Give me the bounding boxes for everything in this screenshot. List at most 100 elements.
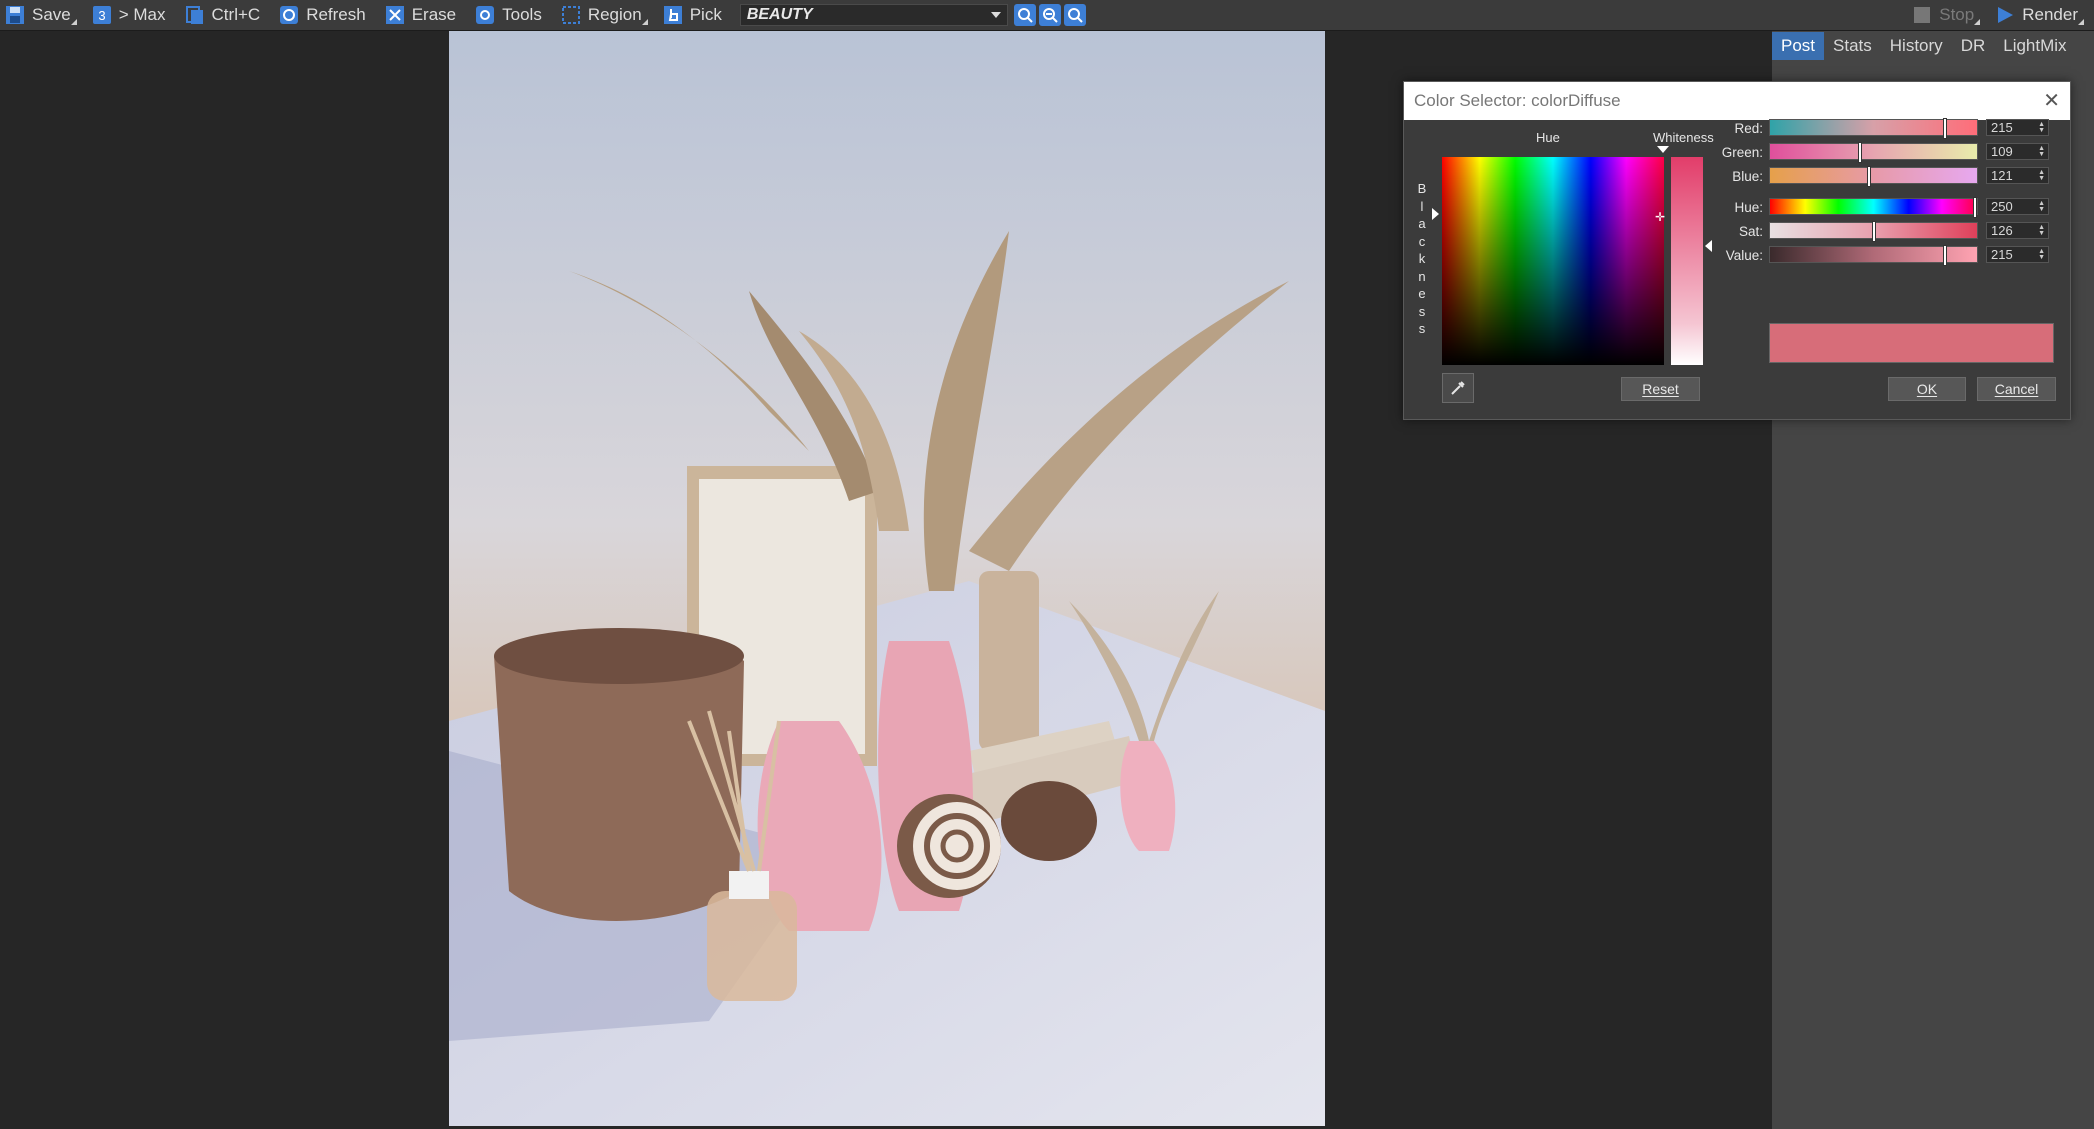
copy-icon	[184, 4, 206, 26]
blue-spinner[interactable]: 121 ▲▼	[1986, 167, 2049, 184]
red-spinner[interactable]: 215 ▲▼	[1986, 119, 2049, 136]
erase-label: Erase	[412, 5, 456, 25]
blackness-letter: s	[1417, 320, 1427, 338]
rendered-image	[449, 31, 1325, 1126]
tab-lightmix[interactable]: LightMix	[1994, 32, 2075, 60]
zoom-in-icon	[1017, 7, 1033, 23]
green-value: 109	[1991, 144, 2013, 159]
slider-thumb[interactable]	[1873, 222, 1875, 241]
zoom-fit-icon	[1067, 7, 1083, 23]
zoom-out-button[interactable]	[1039, 4, 1061, 26]
tab-dr[interactable]: DR	[1952, 32, 1995, 60]
erase-button[interactable]: Erase	[380, 0, 470, 30]
green-slider[interactable]	[1769, 143, 1978, 160]
erase-icon	[384, 4, 406, 26]
cancel-button[interactable]: Cancel	[1977, 377, 2056, 401]
channel-dropdown[interactable]: BEAUTY	[740, 4, 1008, 26]
spinner-arrows-icon[interactable]: ▲▼	[2038, 146, 2045, 158]
slider-thumb[interactable]	[1944, 119, 1946, 138]
dialog-title: Color Selector: colorDiffuse	[1414, 91, 1621, 110]
blue-label: Blue:	[1732, 169, 1763, 184]
blackness-letter: B	[1417, 180, 1427, 198]
corner-marker-icon	[2078, 19, 2084, 25]
hue-slider-label: Hue:	[1734, 200, 1763, 215]
tab-post[interactable]: Post	[1772, 32, 1824, 60]
zoom-in-button[interactable]	[1014, 4, 1036, 26]
copy-button[interactable]: Ctrl+C	[180, 0, 275, 30]
whiteness-slider-marker-icon[interactable]	[1705, 240, 1712, 252]
slider-thumb[interactable]	[1868, 167, 1870, 186]
blackness-letter: c	[1417, 233, 1427, 251]
stop-button[interactable]: Stop	[1907, 0, 1990, 30]
chevron-down-icon	[991, 12, 1001, 18]
gear-icon	[474, 4, 496, 26]
red-value: 215	[1991, 120, 2013, 135]
corner-marker-icon	[1974, 19, 1980, 25]
save-button[interactable]: Save	[0, 0, 87, 30]
tools-button[interactable]: Tools	[470, 0, 556, 30]
value-label: Value:	[1726, 248, 1763, 263]
region-button[interactable]: Region	[556, 0, 658, 30]
refresh-icon	[278, 4, 300, 26]
region-label: Region	[588, 5, 642, 25]
slider-thumb[interactable]	[1859, 143, 1861, 162]
whiteness-bar[interactable]	[1671, 157, 1703, 365]
tab-history[interactable]: History	[1881, 32, 1952, 60]
spinner-arrows-icon[interactable]: ▲▼	[2038, 170, 2045, 182]
value-slider[interactable]	[1769, 246, 1978, 263]
eyedropper-icon	[1449, 379, 1467, 397]
play-icon	[1994, 4, 2016, 26]
toolbar-right-group: Stop Render	[1907, 0, 2094, 30]
spinner-arrows-icon[interactable]: ▲▼	[2038, 201, 2045, 213]
max-button[interactable]: 3 > Max	[87, 0, 180, 30]
red-slider[interactable]	[1769, 119, 1978, 136]
refresh-label: Refresh	[306, 5, 366, 25]
value-value: 215	[1991, 247, 2013, 262]
blue-value: 121	[1991, 168, 2013, 183]
green-spinner[interactable]: 109 ▲▼	[1986, 143, 2049, 160]
blue-slider[interactable]	[1769, 167, 1978, 184]
tools-label: Tools	[502, 5, 542, 25]
color-preview-swatch	[1769, 323, 2054, 363]
eyedropper-button[interactable]	[1442, 373, 1474, 403]
reset-button[interactable]: Reset	[1621, 377, 1700, 401]
red-label: Red:	[1734, 121, 1763, 136]
blackness-label: B l a c k n e s s	[1417, 180, 1427, 338]
save-label: Save	[32, 5, 71, 25]
hue-label: Hue	[1536, 130, 1560, 145]
ok-button[interactable]: OK	[1888, 377, 1966, 401]
refresh-button[interactable]: Refresh	[274, 0, 380, 30]
slider-thumb[interactable]	[1944, 246, 1946, 265]
stop-icon	[1911, 4, 1933, 26]
max-label: > Max	[119, 5, 166, 25]
region-select-icon	[560, 4, 582, 26]
spinner-arrows-icon[interactable]: ▲▼	[2038, 122, 2045, 134]
hue-spinner[interactable]: 250▲▼	[1986, 198, 2049, 215]
blackness-letter: s	[1417, 303, 1427, 321]
close-icon[interactable]: ✕	[2043, 82, 2060, 120]
stop-label: Stop	[1939, 5, 1974, 25]
hue-slider[interactable]	[1769, 198, 1978, 215]
sat-spinner[interactable]: 126 ▲▼	[1986, 222, 2049, 239]
render-button[interactable]: Render	[1990, 0, 2094, 30]
zoom-fit-button[interactable]	[1064, 4, 1086, 26]
value-spinner[interactable]: 215 ▲▼	[1986, 246, 2049, 263]
blackness-letter: l	[1417, 198, 1427, 216]
spinner-arrows-icon[interactable]: ▲▼	[2038, 249, 2045, 261]
spinner-arrows-icon[interactable]: ▲▼	[2038, 225, 2045, 237]
whiteness-marker-icon[interactable]	[1657, 146, 1669, 153]
hand-pointer-icon	[662, 4, 684, 26]
sat-slider[interactable]	[1769, 222, 1978, 239]
top-toolbar: Save 3 > Max Ctrl+C Refresh Erase Tools …	[0, 0, 2094, 31]
blackness-letter: a	[1417, 215, 1427, 233]
tab-stats[interactable]: Stats	[1824, 32, 1881, 60]
sat-value: 126	[1991, 223, 2013, 238]
hue-blackness-picker[interactable]: ✛	[1442, 157, 1664, 365]
slider-thumb[interactable]	[1974, 198, 1976, 217]
blackness-marker-icon[interactable]	[1432, 208, 1439, 220]
blackness-letter: k	[1417, 250, 1427, 268]
blackness-letter: n	[1417, 268, 1427, 286]
corner-marker-icon	[71, 19, 77, 25]
panel-tabs: Post Stats History DR LightMix	[1772, 31, 2094, 61]
pick-button[interactable]: Pick	[658, 0, 736, 30]
